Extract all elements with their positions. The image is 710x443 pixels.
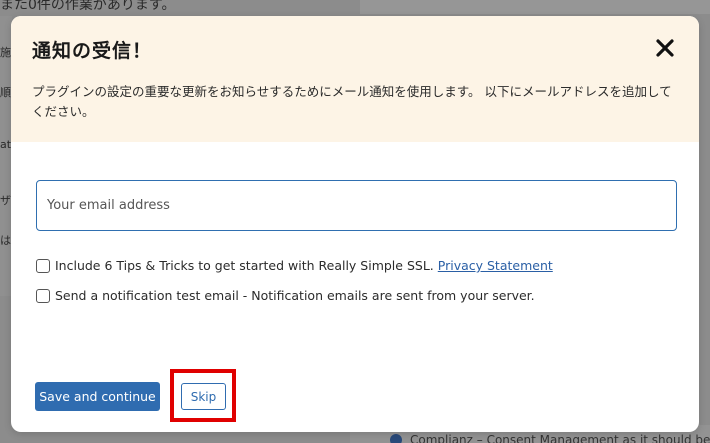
test-email-label: Send a notification test email - Notific… — [55, 288, 535, 303]
background-fragment: は — [0, 234, 11, 247]
close-icon[interactable] — [651, 34, 679, 62]
modal-title: 通知の受信！ — [32, 40, 153, 62]
background-fragment: 施 — [0, 46, 11, 59]
background-panel — [360, 0, 710, 14]
test-email-checkbox[interactable] — [36, 288, 50, 303]
test-email-option: Send a notification test email - Notific… — [36, 288, 535, 303]
notification-modal: 通知の受信！ プラグインの設定の重要な更新をお知らせするためにメール通知を使用し… — [11, 16, 699, 432]
privacy-statement-link[interactable]: Privacy Statement — [438, 258, 553, 273]
modal-header: 通知の受信！ プラグインの設定の重要な更新をお知らせするためにメール通知を使用し… — [11, 16, 699, 142]
background-status-text: また0件の作業があります。 — [0, 0, 176, 10]
modal-description: プラグインの設定の重要な更新をお知らせするためにメール通知を使用します。 以下に… — [32, 84, 672, 119]
background-fragment: ザ — [0, 194, 11, 207]
background-plugin-text: Complianz – Consent Management as it sho… — [410, 433, 710, 443]
tips-checkbox[interactable] — [36, 258, 50, 273]
background-radio-icon — [390, 434, 402, 443]
email-field[interactable] — [36, 180, 677, 231]
background-fragment: 順 — [0, 86, 11, 99]
tips-option: Include 6 Tips & Tricks to get started w… — [36, 258, 553, 273]
skip-button[interactable]: Skip — [181, 383, 226, 410]
tips-label: Include 6 Tips & Tricks to get started w… — [55, 258, 434, 273]
save-and-continue-button[interactable]: Save and continue — [35, 382, 160, 411]
